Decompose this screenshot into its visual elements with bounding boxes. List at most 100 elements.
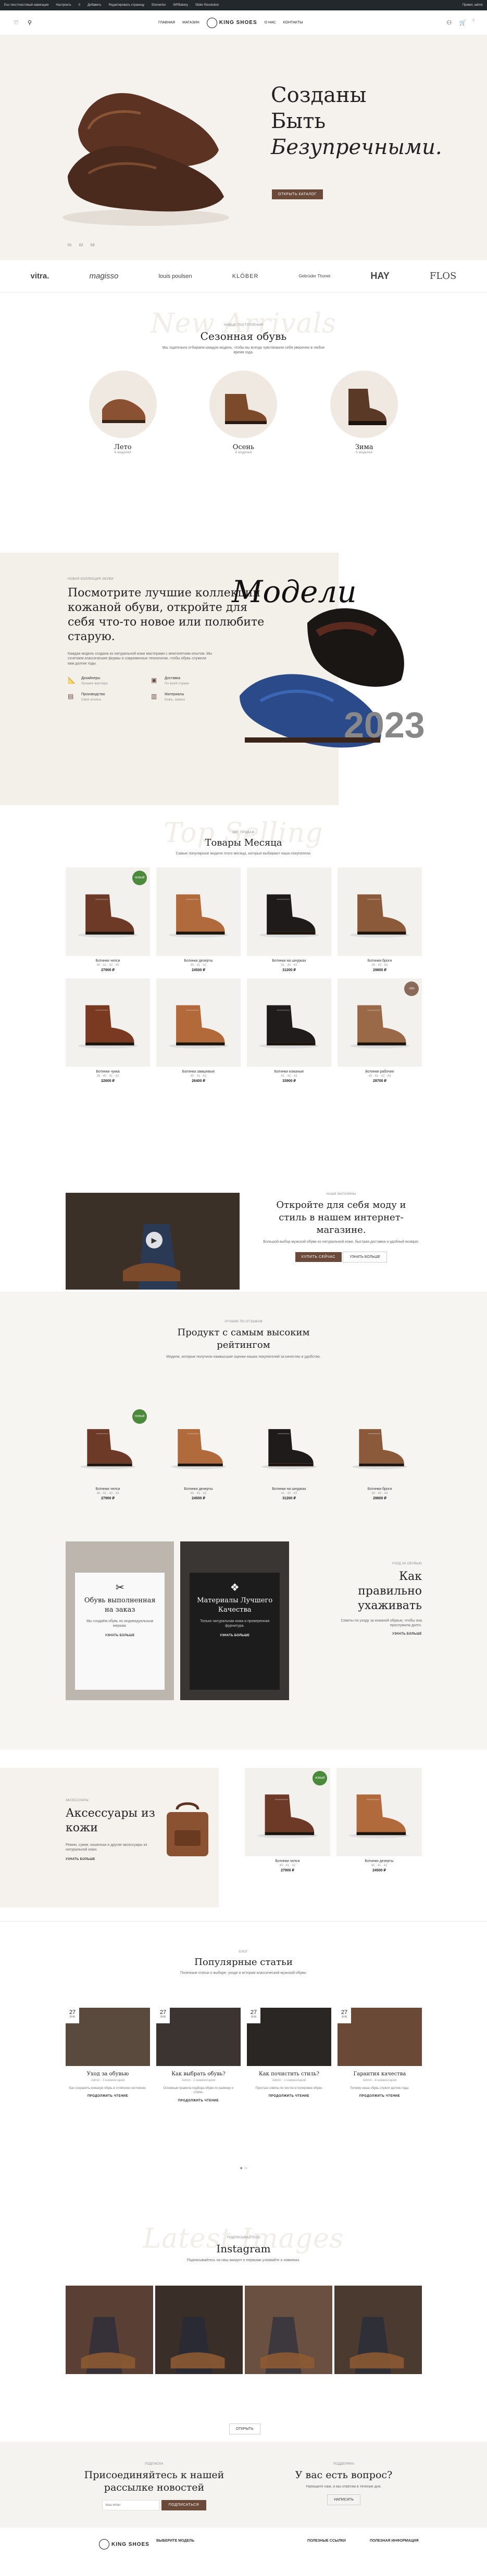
- read-more-link[interactable]: ПРОДОЛЖИТЬ ЧТЕНИЕ: [66, 2095, 150, 2098]
- product-name[interactable]: Ботинки дезерты: [156, 1487, 241, 1491]
- heart-icon[interactable]: ♡: [13, 19, 20, 27]
- product-card[interactable]: Ботинки на шнурках 41 · 42 · 43 31200 ₽: [247, 1406, 331, 1500]
- tile-link[interactable]: УЗНАТЬ БОЛЬШЕ: [196, 1634, 273, 1637]
- learn-more-button[interactable]: УЗНАТЬ БОЛЬШЕ: [343, 1252, 388, 1263]
- product-name[interactable]: Ботинки чукка: [66, 1070, 150, 1074]
- product-card[interactable]: Ботинки дезерты 40 · 41 · 42 24500 ₽: [336, 1768, 422, 1872]
- category-summer[interactable]: Лето 6 моделей: [89, 371, 157, 454]
- article-pagination[interactable]: ● ○: [0, 2165, 487, 2171]
- nav-about[interactable]: О НАС: [265, 21, 276, 24]
- product-card[interactable]: НОВЫЙ Ботинки челси 40 · 41 · 42 · 43 27900…: [66, 1406, 150, 1500]
- article-title[interactable]: Гарантия качества: [338, 2071, 422, 2077]
- product-card[interactable]: Ботинки кожаные 41 · 42 · 43 33900 ₽: [247, 978, 331, 1083]
- product-card[interactable]: Ботинки дезерты 40 · 41 · 42 24500 ₽: [156, 868, 241, 972]
- article-image[interactable]: 27 ЯНВ: [247, 2008, 331, 2066]
- product-name[interactable]: Ботинки на шнурках: [247, 1487, 331, 1491]
- product-image[interactable]: [338, 1406, 422, 1484]
- product-card[interactable]: Ботинки дезерты 40 · 41 · 42 24500 ₽: [156, 1406, 241, 1500]
- product-card[interactable]: НОВЫЙ Ботинки челси 40 · 41 · 42 · 43 27900…: [66, 868, 150, 972]
- article-card[interactable]: 27 ЯНВ Как почистить стиль? Admin · 1 комме…: [247, 2008, 331, 2102]
- subscribe-button[interactable]: ПОДПИСАТЬСЯ: [161, 2500, 207, 2510]
- product-image[interactable]: НОВЫЙ: [66, 868, 150, 956]
- write-us-button[interactable]: НАПИСАТЬ: [327, 2494, 360, 2506]
- product-card[interactable]: Ботинки броги 40 · 42 · 44 29800 ₽: [338, 1406, 422, 1500]
- product-name[interactable]: Ботинки дезерты: [156, 959, 241, 963]
- tile-link[interactable]: УЗНАТЬ БОЛЬШЕ: [81, 1634, 158, 1637]
- read-more-link[interactable]: ПРОДОЛЖИТЬ ЧТЕНИЕ: [247, 2095, 331, 2098]
- admin-item[interactable]: Настроить: [56, 4, 71, 7]
- care-link[interactable]: УЗНАТЬ БОЛЬШЕ: [295, 1633, 422, 1636]
- product-name[interactable]: Ботинки замшевые: [156, 1070, 241, 1074]
- product-name[interactable]: Ботинки на шнурках: [247, 959, 331, 963]
- article-title[interactable]: Как выбрать обувь?: [156, 2071, 241, 2077]
- user-icon[interactable]: ⚇: [445, 19, 453, 27]
- product-image[interactable]: [247, 868, 331, 956]
- brand-logo[interactable]: KLÖBER: [232, 273, 259, 279]
- brand-logo[interactable]: FLOS: [430, 271, 457, 282]
- category-autumn[interactable]: Осень 8 моделей: [209, 371, 278, 454]
- admin-item[interactable]: Slider Revolution: [195, 4, 219, 7]
- admin-item[interactable]: Редактировать страницу: [109, 4, 145, 7]
- product-image[interactable]: [66, 978, 150, 1067]
- shop-now-button[interactable]: КУПИТЬ СЕЙЧАС: [295, 1252, 342, 1263]
- play-icon[interactable]: ▶: [146, 1232, 163, 1248]
- brand-logo[interactable]: Gebrüder Thonet: [299, 274, 331, 278]
- instagram-photo[interactable]: [334, 2286, 422, 2374]
- admin-greeting[interactable]: Привет, admin: [463, 4, 483, 7]
- access-link[interactable]: УЗНАТЬ БОЛЬШЕ: [66, 1858, 165, 1861]
- admin-item[interactable]: 0: [79, 4, 80, 7]
- article-image[interactable]: 27 ЯНВ: [156, 2008, 241, 2066]
- instagram-photo[interactable]: [155, 2286, 243, 2374]
- product-name[interactable]: Ботинки броги: [338, 1487, 422, 1491]
- product-image[interactable]: [338, 868, 422, 956]
- product-name[interactable]: Ботинки дезерты: [336, 1859, 422, 1863]
- article-image[interactable]: 27 ЯНВ: [66, 2008, 150, 2066]
- hero-catalog-button[interactable]: ОТКРЫТЬ КАТАЛОГ: [272, 189, 323, 199]
- admin-item[interactable]: Добавить: [88, 4, 102, 7]
- product-card[interactable]: Ботинки замшевые 40 · 41 · 42 26400 ₽: [156, 978, 241, 1083]
- article-card[interactable]: 27 ЯНВ Гарантия качества Admin · 4 коммента…: [338, 2008, 422, 2102]
- brand-logo[interactable]: vitra.: [31, 272, 49, 280]
- product-image[interactable]: [156, 868, 241, 956]
- admin-item[interactable]: Esc-тексттекстовый навигация: [4, 4, 48, 7]
- nav-shop[interactable]: МАГАЗИН: [182, 21, 199, 24]
- instagram-photo[interactable]: [245, 2286, 332, 2374]
- product-image[interactable]: [247, 978, 331, 1067]
- instagram-photo[interactable]: [66, 2286, 153, 2374]
- product-name[interactable]: Ботинки броги: [338, 959, 422, 963]
- admin-item[interactable]: Elementor: [152, 4, 166, 7]
- category-winter[interactable]: Зима 5 моделей: [330, 371, 398, 454]
- product-name[interactable]: Ботинки челси: [245, 1859, 330, 1863]
- product-image[interactable]: [156, 1406, 241, 1484]
- custom-shoes-tile[interactable]: ✂ Обувь выполненная на заказ Мы создаём …: [66, 1541, 174, 1700]
- article-card[interactable]: 27 ЯНВ Уход за обувью Admin · 3 комментария…: [66, 2008, 150, 2102]
- product-card[interactable]: Ботинки на шнурках 41 · 42 · 43 31200 ₽: [247, 868, 331, 972]
- nav-contacts[interactable]: КОНТАКТЫ: [283, 21, 303, 24]
- article-title[interactable]: Уход за обувью: [66, 2071, 150, 2077]
- materials-tile[interactable]: ❖ Материалы Лучшего Качества Только нату…: [180, 1541, 289, 1700]
- read-more-link[interactable]: ПРОДОЛЖИТЬ ЧТЕНИЕ: [338, 2095, 422, 2098]
- product-image[interactable]: -15%: [338, 978, 422, 1067]
- product-image[interactable]: НОВЫЙ: [245, 1768, 330, 1856]
- slide-dot[interactable]: 03: [91, 244, 95, 247]
- product-name[interactable]: Ботинки челси: [66, 1487, 150, 1491]
- article-card[interactable]: 27 ЯНВ Как выбрать обувь? Admin · 2 коммент…: [156, 2008, 241, 2102]
- product-image[interactable]: [247, 1406, 331, 1484]
- footer-logo[interactable]: KING SHOES: [99, 2539, 149, 2549]
- site-logo[interactable]: KING SHOES: [206, 17, 257, 28]
- brand-logo[interactable]: HAY: [370, 271, 389, 282]
- read-more-link[interactable]: ПРОДОЛЖИТЬ ЧТЕНИЕ: [156, 2099, 241, 2102]
- brand-logo[interactable]: louis poulsen: [158, 273, 192, 279]
- slide-dot[interactable]: 02: [79, 244, 83, 247]
- product-card[interactable]: -15% Ботинки рабочие 40 · 41 · 42 · 43 2870…: [338, 978, 422, 1083]
- product-card[interactable]: Ботинки чукка 39 · 40 · 41 · 42 22600 ₽: [66, 978, 150, 1083]
- article-image[interactable]: 27 ЯНВ: [338, 2008, 422, 2066]
- product-image[interactable]: [336, 1768, 422, 1856]
- nav-home[interactable]: ГЛАВНАЯ: [158, 21, 175, 24]
- cart-icon[interactable]: 🛒: [459, 19, 467, 27]
- slide-dot[interactable]: 01: [68, 244, 72, 247]
- product-name[interactable]: Ботинки кожаные: [247, 1070, 331, 1074]
- product-name[interactable]: Ботинки челси: [66, 959, 150, 963]
- product-card[interactable]: НОВЫЙ Ботинки челси 40 · 41 · 42 27900 ₽: [245, 1768, 330, 1872]
- admin-item[interactable]: WPBakery: [173, 4, 188, 7]
